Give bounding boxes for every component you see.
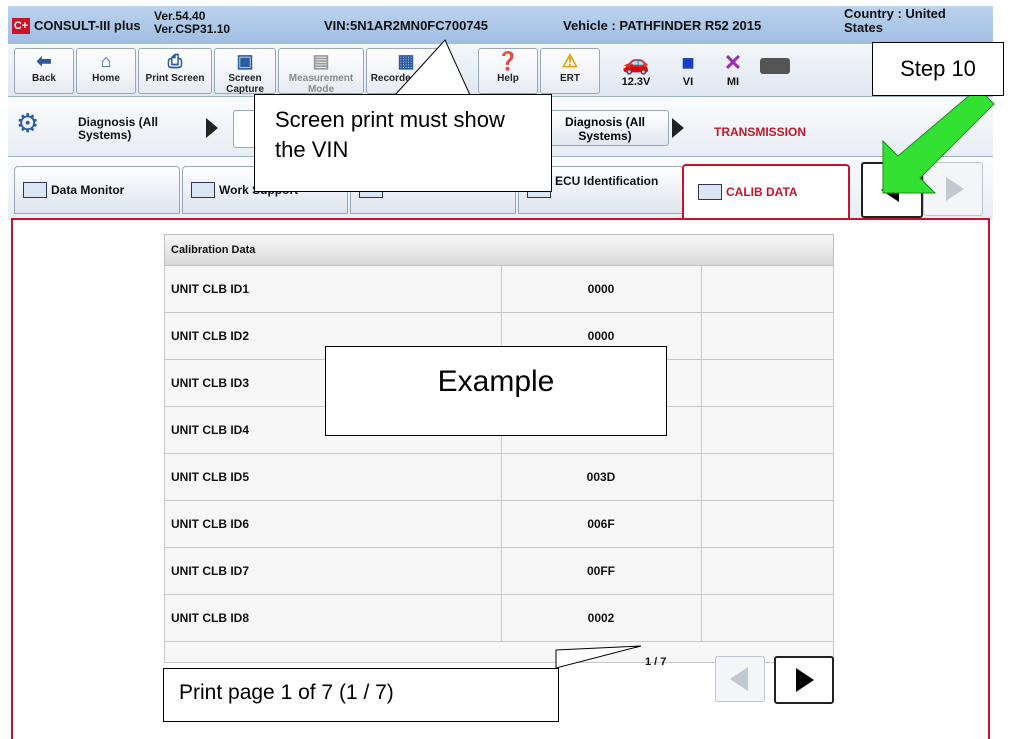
print-page-callout-tail	[555, 645, 642, 669]
print-page-callout-text: Print page 1 of 7 (1 / 7)	[179, 681, 394, 704]
consult-window: C+ CONSULT-III plus Ver.54.40 Ver.CSP31.…	[0, 0, 1030, 739]
example-callout-text: Example	[437, 365, 555, 398]
step-label: Step 10	[872, 42, 1004, 96]
vin-callout-text: Screen print must show the VIN	[275, 107, 505, 162]
vin-callout-tail	[393, 39, 471, 96]
green-arrow-icon	[882, 87, 995, 194]
example-callout: Example	[325, 346, 667, 436]
vin-callout: Screen print must show the VIN	[254, 94, 552, 192]
print-page-callout: Print page 1 of 7 (1 / 7)	[163, 668, 559, 722]
